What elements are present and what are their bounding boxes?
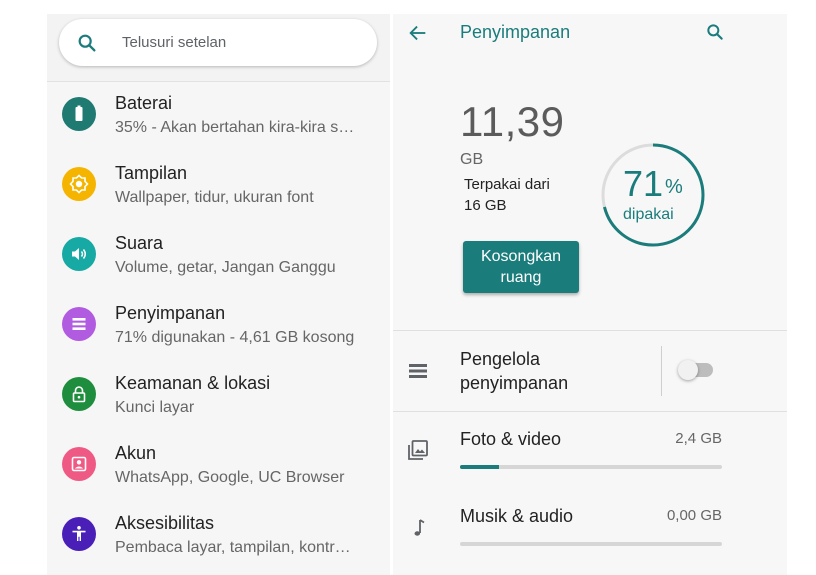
usage-percent-symbol: % <box>665 176 683 198</box>
settings-item-title: Baterai <box>115 93 173 113</box>
used-amount: 11,39 <box>460 98 565 145</box>
lock-icon <box>62 377 96 411</box>
settings-item-subtitle: Kunci layar <box>115 399 195 416</box>
settings-item-subtitle: Wallpaper, tidur, ukuran font <box>115 189 314 206</box>
settings-item-title: Tampilan <box>115 163 188 183</box>
storage-icon <box>62 307 96 341</box>
free-up-space-label-line2: ruang <box>500 269 542 286</box>
used-of-label: Terpakai dari <box>464 176 550 193</box>
settings-item-title: Akun <box>115 443 157 463</box>
settings-item-display[interactable]: Tampilan Wallpaper, tidur, ukuran font <box>47 154 390 220</box>
category-usage-bar <box>460 465 722 469</box>
settings-search-input[interactable]: Telusuri setelan <box>59 19 377 66</box>
settings-item-storage[interactable]: Penyimpanan 71% digunakan - 4,61 GB koso… <box>47 294 390 360</box>
search-placeholder: Telusuri setelan <box>122 34 227 51</box>
music-note-icon <box>414 519 425 536</box>
divider <box>393 330 787 331</box>
volume-icon <box>62 237 96 271</box>
toggle-knob <box>678 360 698 380</box>
category-usage-bar <box>460 542 722 546</box>
divider <box>393 411 787 412</box>
category-name: Musik & audio <box>460 506 574 526</box>
settings-item-accessibility[interactable]: Aksesibilitas Pembaca layar, tampilan, k… <box>47 504 390 570</box>
storage-manager-label-line1: Pengelola <box>460 349 541 369</box>
category-usage-fill <box>460 465 500 469</box>
search-icon <box>78 34 96 52</box>
category-size: 0,00 GB <box>666 507 722 524</box>
search-icon[interactable] <box>705 22 725 42</box>
accessibility-icon <box>62 517 96 551</box>
settings-item-subtitle: 35% - Akan bertahan kira-kira s… <box>115 119 355 136</box>
settings-item-title: Penyimpanan <box>115 303 226 323</box>
storage-manager-label-line2: penyimpanan <box>460 373 569 393</box>
battery-icon <box>62 97 96 131</box>
settings-item-accounts[interactable]: Akun WhatsApp, Google, UC Browser <box>47 434 390 500</box>
settings-item-title: Keamanan & lokasi <box>115 373 271 393</box>
settings-panel: Telusuri setelan Baterai 35% - Akan bert… <box>47 14 390 575</box>
usage-percent: 71 <box>623 163 664 204</box>
back-arrow-icon[interactable] <box>407 22 429 44</box>
settings-item-subtitle: Volume, getar, Jangan Ganggu <box>115 259 336 276</box>
settings-item-sound[interactable]: Suara Volume, getar, Jangan Ganggu <box>47 224 390 290</box>
total-capacity: 16 GB <box>464 197 507 214</box>
free-up-space-label-line1: Kosongkan <box>480 248 562 265</box>
storage-icon <box>409 364 427 378</box>
settings-item-title: Aksesibilitas <box>115 513 215 533</box>
settings-item-subtitle: WhatsApp, Google, UC Browser <box>115 469 345 486</box>
used-unit: GB <box>460 151 484 168</box>
usage-percent-label: dipakai <box>623 206 674 223</box>
photo-library-icon <box>408 440 428 460</box>
settings-item-security[interactable]: Keamanan & lokasi Kunci layar <box>47 364 390 430</box>
brightness-icon <box>62 167 96 201</box>
category-name: Foto & video <box>460 429 562 449</box>
settings-search-area: Telusuri setelan <box>47 14 390 82</box>
storage-panel: Penyimpanan 11,39 GB Terpakai dari 16 GB… <box>393 14 787 575</box>
settings-item-subtitle: 71% digunakan - 4,61 GB kosong <box>115 329 355 346</box>
free-up-space-button[interactable]: Kosongkan ruang <box>463 241 579 293</box>
settings-item-battery[interactable]: Baterai 35% - Akan bertahan kira-kira s… <box>47 84 390 150</box>
category-size: 2,4 GB <box>675 430 722 447</box>
settings-item-title: Suara <box>115 233 164 253</box>
settings-item-subtitle: Pembaca layar, tampilan, kontr… <box>115 539 351 556</box>
page-title: Penyimpanan <box>460 22 571 42</box>
vertical-separator <box>661 346 662 396</box>
account-icon <box>62 447 96 481</box>
